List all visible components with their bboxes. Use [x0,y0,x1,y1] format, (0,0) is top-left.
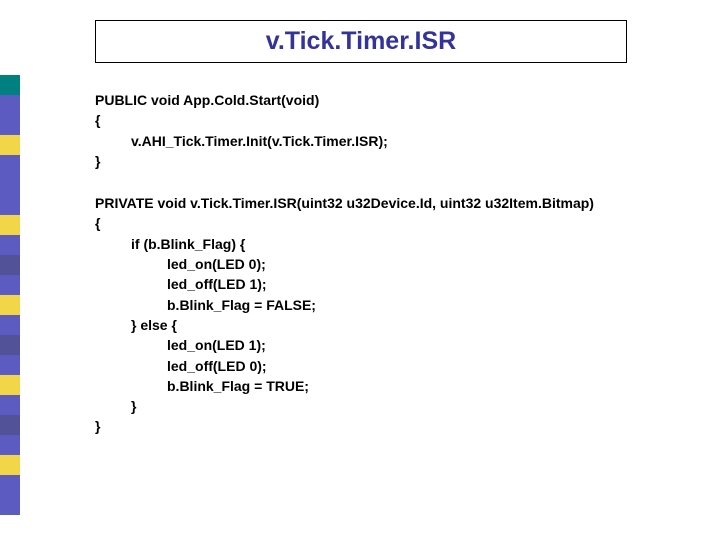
sidebar-square [0,115,20,135]
sidebar-square [0,75,20,95]
code-line: if (b.Blink_Flag) { [95,234,695,254]
decorative-sidebar [0,75,27,515]
code-line: led_on(LED 1); [95,335,695,355]
code-line: { [95,110,695,130]
sidebar-square [0,175,20,195]
sidebar-square [0,215,20,235]
code-line: { [95,213,695,233]
sidebar-square [0,395,20,415]
code-line: led_off(LED 0); [95,356,695,376]
sidebar-square [0,195,20,215]
code-line: b.Blink_Flag = FALSE; [95,295,695,315]
sidebar-square [0,475,20,495]
sidebar-square [0,495,20,515]
code-line: } else { [95,315,695,335]
sidebar-square [0,95,20,115]
sidebar-square [0,375,20,395]
sidebar-square [0,435,20,455]
sidebar-square [0,355,20,375]
code-line: b.Blink_Flag = TRUE; [95,376,695,396]
code-content: PUBLIC void App.Cold.Start(void) { v.AHI… [95,90,695,437]
code-line: v.AHI_Tick.Timer.Init(v.Tick.Timer.ISR); [95,131,695,151]
code-line: } [95,396,695,416]
code-line: } [95,416,695,436]
sidebar-square [0,275,20,295]
code-line: PRIVATE void v.Tick.Timer.ISR(uint32 u32… [95,193,695,213]
sidebar-square [0,235,20,255]
sidebar-square [0,335,20,355]
sidebar-square [0,255,20,275]
sidebar-square [0,415,20,435]
sidebar-square [0,295,20,315]
sidebar-square [0,315,20,335]
sidebar-square [0,135,20,155]
sidebar-square [0,455,20,475]
code-line: led_off(LED 1); [95,274,695,294]
code-line: led_on(LED 0); [95,254,695,274]
code-line: } [95,151,695,171]
slide-title: v.Tick.Timer.ISR [95,20,627,63]
code-line: PUBLIC void App.Cold.Start(void) [95,90,695,110]
sidebar-square [0,155,20,175]
